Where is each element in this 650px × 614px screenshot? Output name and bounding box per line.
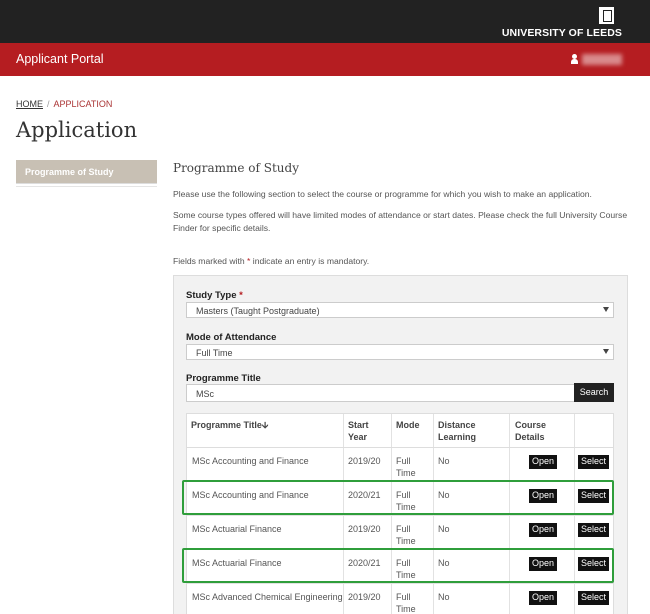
mode-of-attendance-select[interactable]: Full Time — [186, 344, 614, 360]
cell-distance-learning: No — [438, 456, 450, 466]
row-highlight — [182, 548, 614, 583]
table-row: MSc Actuarial Finance 2019/20 Full Time N… — [187, 516, 613, 550]
breadcrumb-separator: / — [47, 99, 50, 109]
cell-mode: Full Time — [396, 524, 416, 546]
cell-mode: Full Time — [396, 456, 416, 478]
breadcrumb: HOME / APPLICATION — [16, 99, 112, 109]
cell-start-year: 2019/20 — [348, 592, 381, 602]
open-button[interactable]: Open — [529, 523, 557, 537]
study-type-label: Study Type * — [186, 290, 243, 301]
portal-title[interactable]: Applicant Portal — [16, 52, 104, 66]
header-programme-title[interactable]: Programme Title🡫 — [191, 419, 268, 431]
row-highlight — [182, 480, 614, 515]
breadcrumb-home[interactable]: HOME — [16, 99, 43, 109]
section-title: Programme of Study — [173, 161, 299, 175]
page-title: Application — [16, 118, 138, 142]
open-button[interactable]: Open — [529, 591, 557, 605]
table-header: Programme Title🡫 Start Year Mode Distance… — [187, 414, 613, 448]
cell-mode: Full Time — [396, 592, 416, 614]
study-type-select[interactable]: Masters (Taught Postgraduate) — [186, 302, 614, 318]
cell-distance-learning: No — [438, 592, 450, 602]
university-name: UNIVERSITY OF LEEDS — [501, 27, 622, 39]
user-name-redacted[interactable] — [582, 54, 622, 65]
table-row: MSc Advanced Chemical Engineering 2019/2… — [187, 584, 613, 614]
header-mode: Mode — [396, 420, 420, 430]
top-bar: UNIVERSITY OF LEEDS — [0, 0, 650, 43]
cell-programme-title: MSc Actuarial Finance — [192, 524, 282, 534]
sidebar-item-label: Programme of Study — [25, 167, 114, 177]
programme-title-label: Programme Title — [186, 373, 261, 384]
mandatory-note: Fields marked with * indicate an entry i… — [173, 256, 370, 266]
crest-icon — [599, 7, 614, 24]
header-course-details: Course Details — [515, 420, 547, 442]
dropdown-arrow-icon — [603, 307, 609, 312]
sidebar-divider — [16, 186, 157, 187]
programme-title-input[interactable]: MSc — [186, 384, 575, 402]
dropdown-arrow-icon — [603, 349, 609, 354]
study-type-value: Masters (Taught Postgraduate) — [196, 306, 320, 316]
sidebar-item-programme-of-study[interactable]: Programme of Study — [16, 160, 157, 184]
select-button[interactable]: Select — [578, 455, 609, 469]
cell-programme-title: MSc Advanced Chemical Engineering — [192, 592, 343, 602]
cell-start-year: 2019/20 — [348, 456, 381, 466]
select-button[interactable]: Select — [578, 591, 609, 605]
search-button[interactable]: Search — [574, 383, 614, 402]
open-button[interactable]: Open — [529, 455, 557, 469]
intro-text: Please use the following section to sele… — [173, 189, 592, 199]
table-row: MSc Accounting and Finance 2019/20 Full T… — [187, 448, 613, 482]
breadcrumb-current: APPLICATION — [53, 99, 113, 109]
header-start-year: Start Year — [348, 420, 369, 442]
header-distance-learning: Distance Learning — [438, 420, 477, 442]
mode-of-attendance-value: Full Time — [196, 348, 233, 358]
mode-of-attendance-label: Mode of Attendance — [186, 332, 277, 343]
university-logo[interactable]: UNIVERSITY OF LEEDS — [502, 6, 622, 39]
cell-start-year: 2019/20 — [348, 524, 381, 534]
user-icon[interactable] — [571, 54, 578, 64]
select-button[interactable]: Select — [578, 523, 609, 537]
cell-distance-learning: No — [438, 524, 450, 534]
course-note-text: Some course types offered will have limi… — [173, 210, 628, 233]
portal-header: Applicant Portal — [0, 43, 650, 76]
cell-programme-title: MSc Accounting and Finance — [192, 456, 309, 466]
